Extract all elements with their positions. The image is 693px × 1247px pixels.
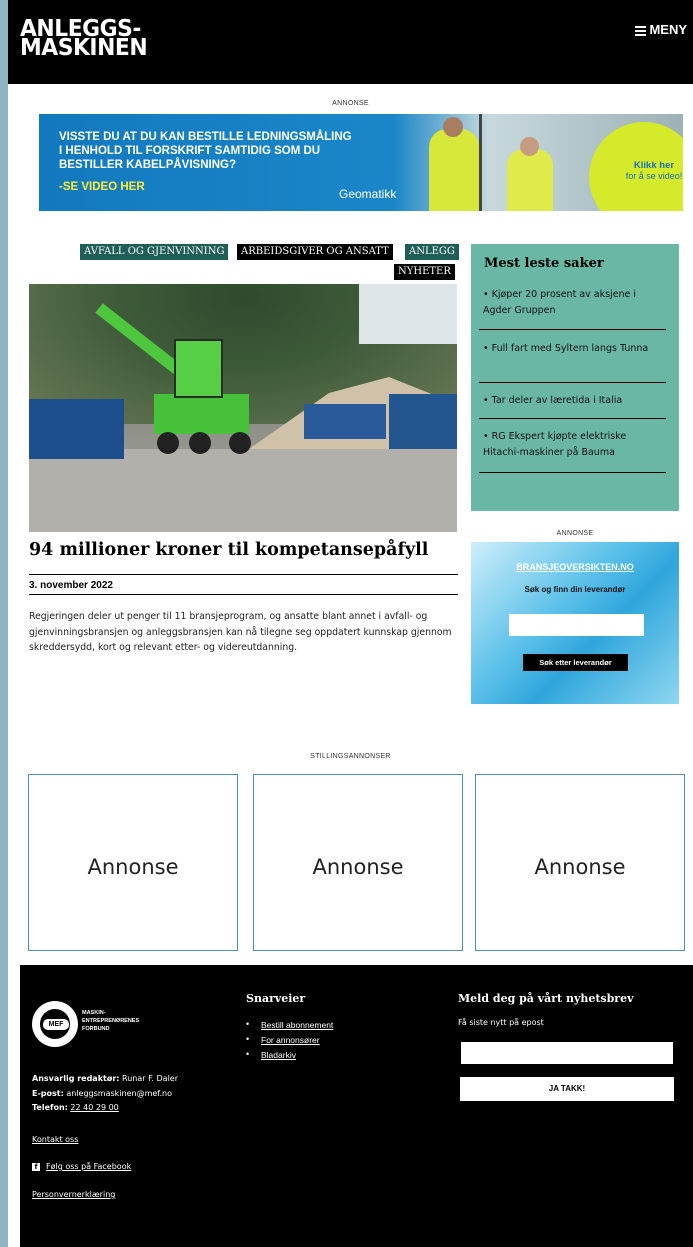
editor-line: Ansvarlig redaktør: Runar F. Daler bbox=[32, 1074, 178, 1083]
image-container bbox=[304, 404, 386, 439]
org-name-line: ENTREPRENØRENES bbox=[82, 1018, 140, 1024]
ad-worker-graphic bbox=[429, 117, 479, 211]
job-ad-text: Annonse bbox=[534, 855, 626, 879]
most-read-box: Mest leste saker • Kjøper 20 prosent av … bbox=[471, 244, 679, 511]
top-ad-text-line: VISSTE DU AT DU KAN BESTILLE LEDNINGSMÅL… bbox=[59, 131, 352, 143]
top-ad-text-line: BESTILLER KABELPÅVISNING? bbox=[59, 159, 236, 171]
image-sky bbox=[359, 284, 457, 344]
top-ad-text: VISSTE DU AT DU KAN BESTILLE LEDNINGSMÅL… bbox=[59, 130, 352, 172]
facebook-link[interactable]: Følg oss på Facebook bbox=[46, 1162, 131, 1171]
email-line: E-post: anleggsmaskinen@mef.no bbox=[32, 1089, 172, 1098]
job-ad-text: Annonse bbox=[312, 855, 404, 879]
top-ad-cta[interactable]: -SE VIDEO HER bbox=[59, 181, 145, 193]
image-container bbox=[29, 399, 124, 459]
mef-logo-text: MEF bbox=[43, 1019, 69, 1030]
site-logo[interactable]: ANLEGGS- MASKINEN bbox=[20, 18, 148, 61]
newsletter-email-input[interactable] bbox=[461, 1042, 673, 1064]
image-machine-body bbox=[154, 394, 249, 434]
shortcut-link[interactable]: For annonsører bbox=[261, 1035, 320, 1045]
shortcuts-title: Snarveier bbox=[246, 992, 306, 1005]
editor-name: Runar F. Daler bbox=[122, 1074, 179, 1083]
top-ad-banner[interactable]: VISSTE DU AT DU KAN BESTILLE LEDNINGSMÅL… bbox=[39, 114, 683, 211]
supplier-search-button[interactable]: Søk etter leverandør bbox=[523, 654, 628, 671]
top-ad-click-circle[interactable]: Klikk her for å se video! bbox=[589, 122, 683, 211]
most-read-item[interactable]: • Full fart med Syltern langs Tunna bbox=[483, 341, 665, 357]
email-label: E-post: bbox=[32, 1089, 64, 1098]
job-ad-box[interactable]: Annonse bbox=[28, 774, 238, 951]
image-wheel bbox=[157, 432, 179, 454]
newsletter-submit-button[interactable]: JA TAKK! bbox=[460, 1077, 674, 1101]
tag-nyheter[interactable]: NYHETER bbox=[394, 264, 455, 280]
tag-anlegg[interactable]: ANLEGG bbox=[405, 244, 459, 260]
job-ads-label: STILLINGSANNONSER bbox=[310, 753, 391, 760]
image-wheel bbox=[229, 432, 251, 454]
most-read-title: Mest leste saker bbox=[484, 256, 604, 271]
facebook-icon: f bbox=[32, 1163, 40, 1171]
shortcut-item[interactable]: Bestill abonnement bbox=[246, 1017, 333, 1033]
newsletter-subtitle: Få siste nytt på epost bbox=[458, 1018, 544, 1027]
job-ad-box[interactable]: Annonse bbox=[475, 774, 685, 951]
top-ad-label: ANNONSE bbox=[332, 100, 369, 107]
most-read-divider bbox=[479, 382, 666, 383]
side-ad-label: ANNONSE bbox=[556, 530, 594, 537]
geomatikk-logo: Geomatikk bbox=[339, 187, 397, 201]
ad-worker-graphic bbox=[507, 137, 553, 211]
email-value[interactable]: anleggsmaskinen@mef.no bbox=[66, 1089, 172, 1098]
article-image[interactable] bbox=[29, 284, 457, 532]
image-ground bbox=[29, 449, 457, 532]
article-headline[interactable]: 94 millioner kroner til kompetansepåfyll bbox=[29, 540, 428, 560]
tag-avfall[interactable]: AVFALL OG GJENVINNING bbox=[80, 244, 229, 260]
logo-line-2: MASKINEN bbox=[20, 35, 148, 61]
most-read-divider bbox=[479, 472, 666, 473]
date-divider bbox=[29, 594, 458, 595]
newsletter-title: Meld deg på vårt nyhetsbrev bbox=[458, 992, 634, 1005]
job-ad-box[interactable]: Annonse bbox=[253, 774, 463, 951]
image-wheel bbox=[189, 432, 211, 454]
privacy-link[interactable]: Personvernerklæring bbox=[32, 1190, 115, 1199]
site-footer: MEF MASKIN- ENTREPRENØRENES FORBUND Ansv… bbox=[20, 965, 693, 1247]
menu-label: MENY bbox=[649, 22, 687, 37]
side-ad-subtitle: Søk og finn din leverandør bbox=[524, 585, 626, 594]
shortcut-item[interactable]: Bladarkiv bbox=[246, 1047, 333, 1063]
job-ad-text: Annonse bbox=[87, 855, 179, 879]
image-container bbox=[389, 394, 457, 449]
phone-line: Telefon: 22 40 29 00 bbox=[32, 1103, 119, 1112]
mef-logo-icon[interactable]: MEF bbox=[32, 1001, 78, 1047]
hamburger-icon bbox=[635, 24, 647, 38]
org-name-line: FORBUND bbox=[82, 1026, 110, 1032]
phone-label: Telefon: bbox=[32, 1103, 68, 1112]
image-machine-cab bbox=[174, 339, 223, 398]
top-ad-text-line: I HENHOLD TIL FORSKRIFT SAMTIDIG SOM DU bbox=[59, 145, 321, 157]
most-read-item[interactable]: • RG Ekspert kjøpte elektriske Hitachi-m… bbox=[483, 429, 665, 461]
side-ad-title[interactable]: BRANSJEOVERSIKTEN.NO bbox=[471, 562, 679, 572]
shortcut-item[interactable]: For annonsører bbox=[246, 1032, 333, 1048]
contact-link[interactable]: Kontakt oss bbox=[32, 1135, 78, 1144]
circle-text: for å se video! bbox=[625, 171, 683, 181]
most-read-divider bbox=[479, 329, 666, 330]
org-name: MASKIN- ENTREPRENØRENES FORBUND bbox=[82, 1009, 139, 1033]
headline-divider bbox=[29, 574, 458, 575]
editor-label: Ansvarlig redaktør: bbox=[32, 1074, 120, 1083]
shortcuts-list: Bestill abonnement For annonsører Bladar… bbox=[246, 1017, 333, 1063]
facebook-row[interactable]: f Følg oss på Facebook bbox=[32, 1162, 131, 1171]
shortcut-link[interactable]: Bestill abonnement bbox=[261, 1020, 333, 1030]
most-read-item[interactable]: • Tar deler av læretida i Italia bbox=[483, 393, 665, 409]
circle-bold-text: Klikk her bbox=[633, 160, 675, 171]
most-read-divider bbox=[479, 418, 666, 419]
org-name-line: MASKIN- bbox=[82, 1010, 106, 1016]
bransjeoversikten-ad[interactable]: BRANSJEOVERSIKTEN.NO Søk og finn din lev… bbox=[471, 542, 679, 704]
menu-button[interactable]: MENY bbox=[635, 22, 687, 38]
ad-pole-graphic bbox=[479, 114, 482, 211]
tag-arbeidsgiver[interactable]: ARBEIDSGIVER OG ANSATT bbox=[237, 244, 393, 260]
site-header: ANLEGGS- MASKINEN MENY bbox=[8, 0, 693, 84]
phone-link[interactable]: 22 40 29 00 bbox=[70, 1103, 118, 1112]
article-lead: Regjeringen deler ut penger til 11 brans… bbox=[29, 611, 452, 653]
supplier-search-input[interactable] bbox=[509, 614, 644, 636]
article-date: 3. november 2022 bbox=[29, 580, 113, 591]
shortcut-link[interactable]: Bladarkiv bbox=[261, 1050, 296, 1060]
most-read-item[interactable]: • Kjøper 20 prosent av aksjene i Agder G… bbox=[483, 287, 665, 319]
